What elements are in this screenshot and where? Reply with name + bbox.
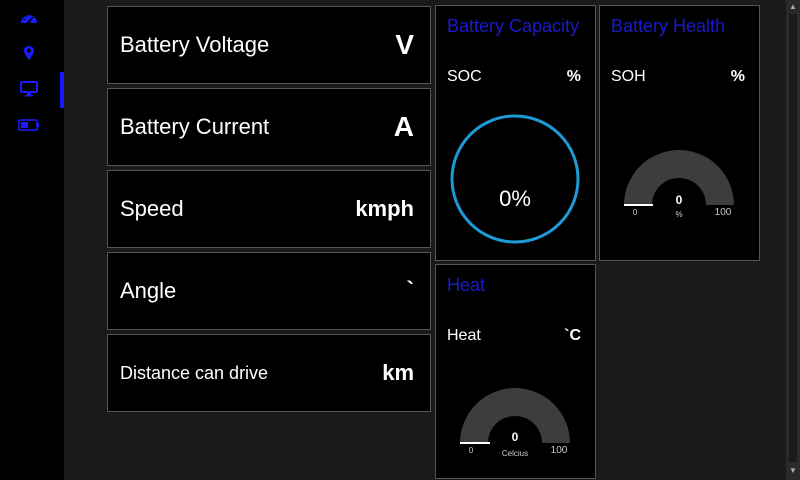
heat-gauge-max: 100 [551, 445, 568, 456]
location-pin-icon [24, 46, 34, 60]
soc-ring-circle [450, 114, 580, 244]
nav-location[interactable] [16, 42, 42, 64]
heat-gauge-value: 0 [512, 430, 519, 444]
scroll-thumb[interactable] [789, 14, 797, 462]
heat-gauge-unit: Celcius [502, 449, 528, 458]
voltage-unit: V [395, 29, 414, 60]
heat-gauge-min: 0 [469, 446, 474, 455]
heat-panel: Heat Heat `C 0 Celcius 0 100 [435, 264, 596, 479]
speed-card: Speed kmph [107, 170, 431, 248]
angle-label: Angle [120, 278, 177, 303]
soh-gauge: 0 % 0 100 [624, 150, 734, 219]
scroll-up-arrow-icon[interactable]: ▲ [788, 2, 798, 12]
soh-gauge-max: 100 [715, 207, 732, 218]
soh-gauge-unit: % [675, 210, 682, 219]
soh-gauge-min: 0 [633, 208, 638, 217]
sidebar [0, 0, 64, 480]
heat-gauge: 0 Celcius 0 100 [460, 388, 570, 458]
voltage-label: Battery Voltage [120, 32, 270, 57]
monitor-icon [20, 81, 38, 97]
current-unit: A [393, 111, 414, 142]
nav-dashboard[interactable] [16, 7, 42, 29]
angle-card: Angle ` [107, 252, 431, 330]
distance-card: Distance can drive km [107, 334, 431, 412]
vertical-scrollbar[interactable]: ▲ ▼ [786, 0, 800, 480]
speed-unit: kmph [355, 196, 414, 221]
soh-gauge-value: 0 [676, 193, 683, 207]
current-label: Battery Current [120, 114, 270, 139]
distance-unit: km [382, 360, 414, 385]
distance-label: Distance can drive [120, 362, 269, 383]
nav-battery[interactable] [16, 114, 42, 136]
speed-label: Speed [120, 196, 184, 221]
angle-unit: ` [406, 277, 414, 302]
battery-capacity-panel: Battery Capacity SOC % 0% [435, 5, 596, 261]
current-card: Battery Current A [107, 88, 431, 166]
nav-monitor[interactable] [16, 78, 42, 100]
voltage-card: Battery Voltage V [107, 6, 431, 84]
soc-ring: 0% [450, 114, 580, 244]
dashboard-icon [21, 14, 37, 24]
scroll-down-arrow-icon[interactable]: ▼ [788, 466, 798, 476]
battery-health-panel: Battery Health SOH % 0 % 0 100 [599, 5, 760, 261]
battery-icon [18, 119, 39, 131]
soc-value: 0% [499, 186, 531, 211]
